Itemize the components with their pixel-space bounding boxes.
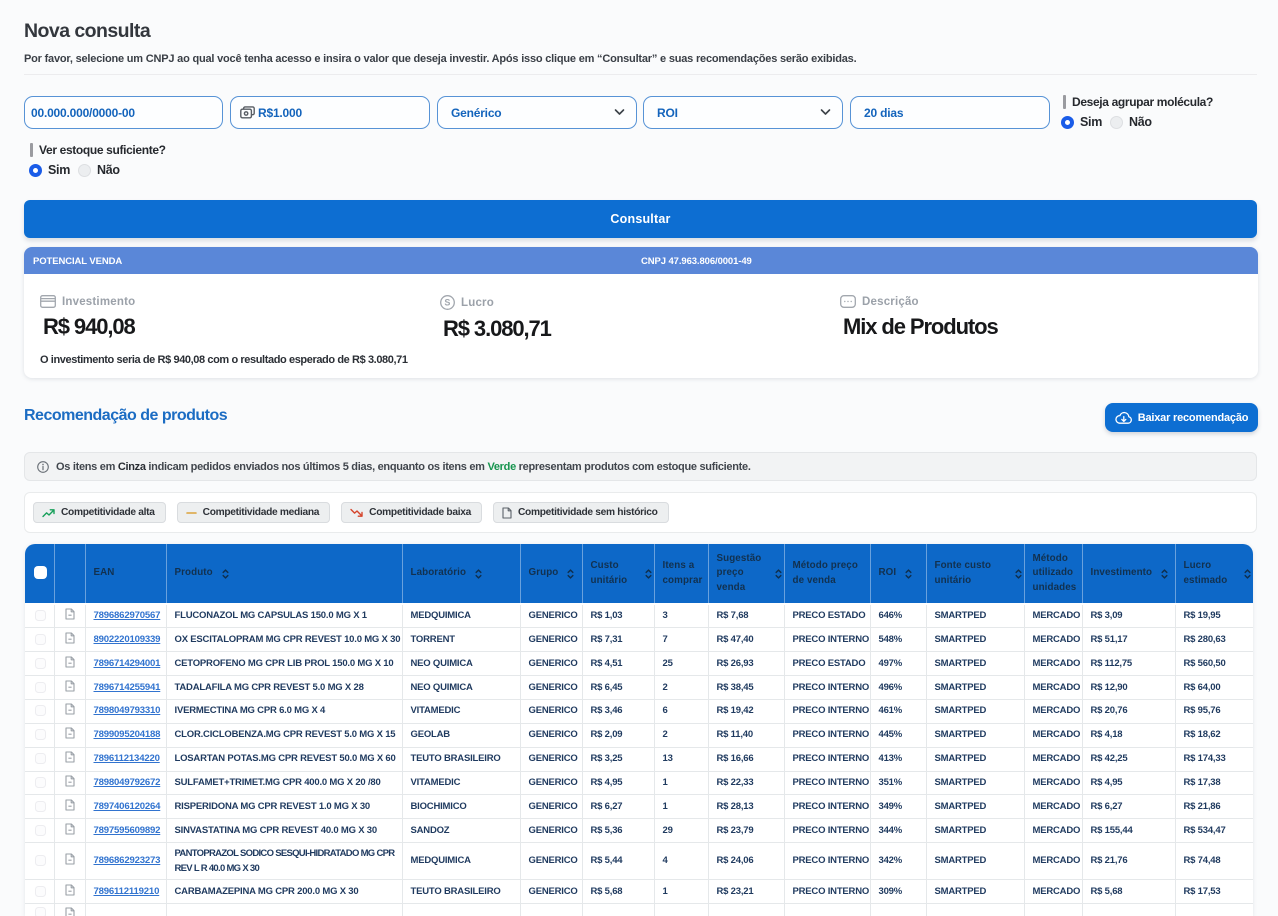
svg-text:S: S	[444, 298, 450, 308]
